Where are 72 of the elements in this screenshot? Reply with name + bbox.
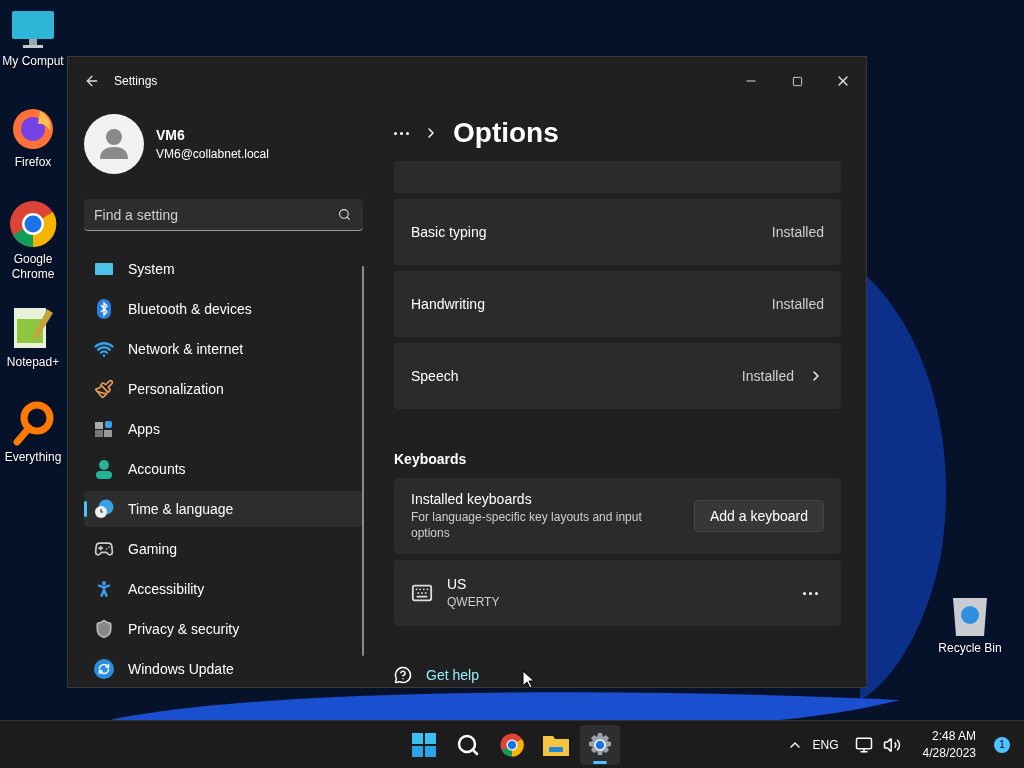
desktop-icon-label[interactable]: Firefox: [14, 155, 52, 170]
wifi-icon: [94, 339, 114, 359]
globe-clock-icon: [94, 499, 114, 519]
windows-logo-icon: [412, 732, 436, 757]
person-icon: [94, 459, 114, 479]
window-title: Settings: [114, 74, 158, 88]
recycle-bin-icon: [951, 595, 989, 637]
desktop-icon-label[interactable]: Notepad+: [6, 355, 60, 370]
shield-icon: [94, 619, 114, 639]
magnifier-icon: [11, 400, 55, 446]
nav-item[interactable]: Privacy & security: [84, 611, 363, 647]
desktop-icon-label[interactable]: My Comput: [2, 54, 64, 69]
more-icon: [394, 131, 409, 135]
gear-icon: [588, 732, 612, 757]
keyboard-variant: QWERTY: [447, 594, 501, 610]
page-title: Options: [453, 117, 559, 149]
clock-date[interactable]: 4/28/2023: [922, 744, 976, 762]
avatar: [84, 114, 144, 174]
feature-label: Handwriting: [411, 296, 485, 312]
volume-icon[interactable]: [882, 735, 901, 754]
add-keyboard-button[interactable]: Add a keyboard: [693, 500, 824, 532]
network-icon[interactable]: [854, 735, 873, 754]
keyboard-name: US: [447, 576, 468, 592]
taskbar-button[interactable]: [580, 724, 620, 765]
desktop-icon-label[interactable]: Google Chrome: [0, 252, 66, 282]
paintbrush-icon: [94, 379, 114, 399]
nav-item[interactable]: Accessibility: [84, 571, 363, 607]
nav-item[interactable]: System: [84, 251, 363, 287]
card-title: Installed keyboards: [411, 491, 533, 507]
feature-status: Installed: [741, 368, 794, 384]
apps-icon: [94, 419, 114, 439]
get-help-link[interactable]: Get help: [426, 667, 479, 683]
keyboard-icon: [411, 582, 433, 604]
search-field[interactable]: Find a setting: [84, 199, 363, 231]
nav-item[interactable]: Bluetooth & devices: [84, 291, 363, 327]
nav-item[interactable]: Accounts: [84, 451, 363, 487]
nav-item[interactable]: Gaming: [84, 531, 363, 567]
back-icon[interactable]: [84, 73, 100, 89]
language-indicator[interactable]: ENG: [812, 737, 839, 752]
profile-email: VM6@collabnet.local: [156, 147, 269, 161]
computer-icon: [11, 10, 55, 50]
chrome-icon: [9, 200, 57, 248]
clock-time[interactable]: 2:48 AM: [931, 727, 976, 745]
more-icon: [803, 591, 818, 595]
refresh-icon: [94, 659, 114, 679]
search-icon: [338, 208, 351, 221]
nav-item[interactable]: Windows Update: [84, 651, 363, 687]
nav-item[interactable]: Personalization: [84, 371, 363, 407]
nav-item[interactable]: Network & internet: [84, 331, 363, 367]
feature-status: Installed: [771, 224, 824, 240]
chrome-icon: [500, 732, 524, 757]
section-heading: Keyboards: [394, 451, 468, 467]
notification-badge[interactable]: 1: [994, 736, 1010, 753]
maximize-icon: [791, 75, 803, 87]
desktop-icon-label[interactable]: Everything: [4, 450, 62, 465]
search-icon: [456, 732, 480, 757]
feature-status: Installed: [771, 296, 824, 312]
card-description: For language-specific key layouts and input options: [411, 509, 643, 541]
folder-icon: [543, 733, 569, 756]
bluetooth-icon: [94, 299, 114, 319]
feature-label: Basic typing: [411, 224, 487, 240]
desktop-icon-label[interactable]: Recycle Bin: [938, 641, 1002, 656]
profile-name: VM6: [156, 127, 186, 143]
feature-row[interactable]: Speech Installed: [394, 343, 841, 409]
notepad-icon: [11, 305, 55, 351]
mouse-cursor-icon: [522, 670, 534, 689]
gamepad-icon: [94, 539, 114, 559]
nav-item[interactable]: Apps: [84, 411, 363, 447]
help-icon: [394, 666, 412, 684]
scrollbar[interactable]: [362, 266, 364, 656]
nav-item[interactable]: Time & language: [84, 491, 363, 527]
feature-label: Speech: [411, 368, 459, 384]
